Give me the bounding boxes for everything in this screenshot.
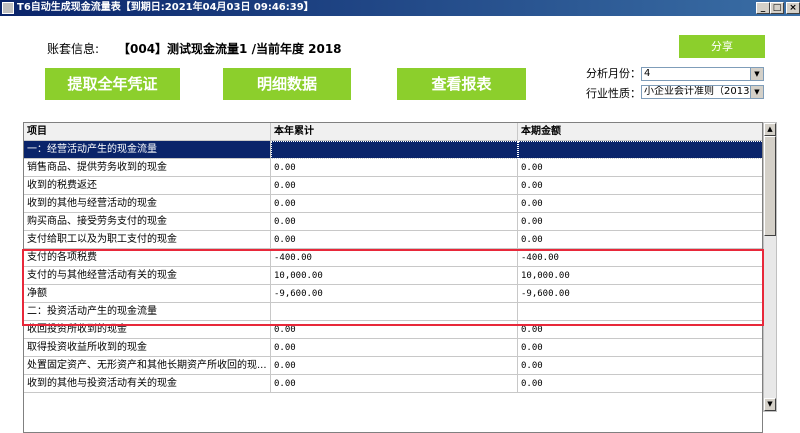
row-ytd-value[interactable]: 0.00 bbox=[271, 177, 518, 195]
table-row[interactable]: 收到的其他与经营活动的现金 0.00 0.00 bbox=[24, 195, 762, 213]
row-ytd-value[interactable]: 0.00 bbox=[271, 231, 518, 249]
row-period-value[interactable]: 10,000.00 bbox=[518, 267, 762, 285]
table-row[interactable]: 收到的其他与投资活动有关的现金 0.00 0.00 bbox=[24, 375, 762, 393]
row-ytd-value[interactable] bbox=[271, 141, 518, 159]
window-title: T6自动生成现金流量表【到期日:2021年04月03日 09:46:39】 bbox=[17, 2, 314, 13]
close-button[interactable]: × bbox=[786, 2, 800, 14]
row-ytd-value[interactable]: 0.00 bbox=[271, 159, 518, 177]
row-period-value[interactable]: 0.00 bbox=[518, 159, 762, 177]
row-ytd-value[interactable] bbox=[271, 303, 518, 321]
row-period-value[interactable]: -400.00 bbox=[518, 249, 762, 267]
row-item-label[interactable]: 支付给职工以及为职工支付的现金 bbox=[24, 231, 271, 249]
row-item-label[interactable]: 取得投资收益所收到的现金 bbox=[24, 339, 271, 357]
industry-select[interactable]: 小企业会计准则（2013年 ▼ bbox=[641, 85, 764, 99]
month-label: 分析月份： bbox=[586, 67, 641, 80]
row-period-value[interactable]: 0.00 bbox=[518, 321, 762, 339]
view-report-button[interactable]: 查看报表 bbox=[397, 68, 526, 100]
table-row[interactable]: 取得投资收益所收到的现金 0.00 0.00 bbox=[24, 339, 762, 357]
scroll-down-icon[interactable]: ▼ bbox=[764, 398, 776, 411]
table-row[interactable]: 购买商品、接受劳务支付的现金 0.00 0.00 bbox=[24, 213, 762, 231]
chevron-down-icon[interactable]: ▼ bbox=[750, 68, 763, 80]
main-panel: 账套信息: 【004】测试现金流量1 /当前年度 2018 分享 提取全年凭证 … bbox=[0, 16, 800, 433]
row-period-value[interactable]: 0.00 bbox=[518, 231, 762, 249]
row-item-label[interactable]: 收到的其他与经营活动的现金 bbox=[24, 195, 271, 213]
row-item-label[interactable]: 购买商品、接受劳务支付的现金 bbox=[24, 213, 271, 231]
row-period-value[interactable]: 0.00 bbox=[518, 213, 762, 231]
app-icon bbox=[2, 2, 14, 14]
row-item-label[interactable]: 净额 bbox=[24, 285, 271, 303]
row-item-label[interactable]: 收回投资所收到的现金 bbox=[24, 321, 271, 339]
column-header-period[interactable]: 本期金额 bbox=[518, 123, 762, 141]
row-item-label[interactable]: 收到的其他与投资活动有关的现金 bbox=[24, 375, 271, 393]
account-value: 【004】测试现金流量1 /当前年度 2018 bbox=[118, 42, 342, 56]
row-ytd-value[interactable]: -9,600.00 bbox=[271, 285, 518, 303]
chevron-down-icon[interactable]: ▼ bbox=[750, 86, 763, 98]
row-ytd-value[interactable]: 0.00 bbox=[271, 213, 518, 231]
title-bar: T6自动生成现金流量表【到期日:2021年04月03日 09:46:39】 _ … bbox=[0, 0, 800, 16]
month-select-value: 4 bbox=[644, 68, 651, 79]
cash-flow-table: 项目 本年累计 本期金额 一：经营活动产生的现金流量 销售商品、提供劳务收到的现金… bbox=[23, 122, 763, 433]
row-item-label[interactable]: 支付的各项税费 bbox=[24, 249, 271, 267]
table-row[interactable]: 支付的与其他经营活动有关的现金 10,000.00 10,000.00 bbox=[24, 267, 762, 285]
table-row[interactable]: 支付给职工以及为职工支付的现金 0.00 0.00 bbox=[24, 231, 762, 249]
scroll-thumb[interactable] bbox=[764, 136, 776, 236]
vertical-scrollbar[interactable]: ▲ ▼ bbox=[763, 122, 777, 412]
row-period-value[interactable]: 0.00 bbox=[518, 375, 762, 393]
industry-label: 行业性质： bbox=[586, 87, 641, 100]
row-period-value[interactable]: 0.00 bbox=[518, 177, 762, 195]
row-ytd-value[interactable]: 10,000.00 bbox=[271, 267, 518, 285]
scroll-up-icon[interactable]: ▲ bbox=[764, 123, 776, 136]
row-item-label[interactable]: 处置固定资产、无形资产和其他长期资产所收回的现... bbox=[24, 357, 271, 375]
row-ytd-value[interactable]: -400.00 bbox=[271, 249, 518, 267]
row-ytd-value[interactable]: 0.00 bbox=[271, 195, 518, 213]
table-row[interactable]: 二：投资活动产生的现金流量 bbox=[24, 303, 762, 321]
month-select[interactable]: 4 ▼ bbox=[641, 67, 764, 81]
table-row[interactable]: 处置固定资产、无形资产和其他长期资产所收回的现... 0.00 0.00 bbox=[24, 357, 762, 375]
column-header-ytd[interactable]: 本年累计 bbox=[271, 123, 518, 141]
row-item-label[interactable]: 一：经营活动产生的现金流量 bbox=[24, 141, 271, 159]
table-row[interactable]: 收到的税费返还 0.00 0.00 bbox=[24, 177, 762, 195]
row-ytd-value[interactable]: 0.00 bbox=[271, 339, 518, 357]
row-ytd-value[interactable]: 0.00 bbox=[271, 357, 518, 375]
row-item-label[interactable]: 收到的税费返还 bbox=[24, 177, 271, 195]
row-period-value[interactable] bbox=[518, 303, 762, 321]
row-period-value[interactable]: -9,600.00 bbox=[518, 285, 762, 303]
row-ytd-value[interactable]: 0.00 bbox=[271, 375, 518, 393]
row-period-value[interactable]: 0.00 bbox=[518, 357, 762, 375]
table-header-row: 项目 本年累计 本期金额 bbox=[24, 123, 762, 141]
maximize-button[interactable]: □ bbox=[770, 2, 784, 14]
detail-data-button[interactable]: 明细数据 bbox=[223, 68, 351, 100]
account-label: 账套信息: bbox=[47, 42, 100, 56]
column-header-item[interactable]: 项目 bbox=[24, 123, 271, 141]
row-period-value[interactable]: 0.00 bbox=[518, 195, 762, 213]
minimize-button[interactable]: _ bbox=[756, 2, 770, 14]
row-period-value[interactable] bbox=[518, 141, 762, 159]
table-row[interactable]: 一：经营活动产生的现金流量 bbox=[24, 141, 762, 159]
table-row[interactable]: 收回投资所收到的现金 0.00 0.00 bbox=[24, 321, 762, 339]
row-item-label[interactable]: 二：投资活动产生的现金流量 bbox=[24, 303, 271, 321]
row-period-value[interactable]: 0.00 bbox=[518, 339, 762, 357]
row-item-label[interactable]: 支付的与其他经营活动有关的现金 bbox=[24, 267, 271, 285]
row-ytd-value[interactable]: 0.00 bbox=[271, 321, 518, 339]
share-button[interactable]: 分享 bbox=[679, 35, 765, 58]
extract-vouchers-button[interactable]: 提取全年凭证 bbox=[45, 68, 180, 100]
table-row[interactable]: 净额 -9,600.00 -9,600.00 bbox=[24, 285, 762, 303]
industry-select-value: 小企业会计准则（2013年 bbox=[644, 86, 760, 97]
table-row[interactable]: 支付的各项税费 -400.00 -400.00 bbox=[24, 249, 762, 267]
row-item-label[interactable]: 销售商品、提供劳务收到的现金 bbox=[24, 159, 271, 177]
table-row[interactable]: 销售商品、提供劳务收到的现金 0.00 0.00 bbox=[24, 159, 762, 177]
